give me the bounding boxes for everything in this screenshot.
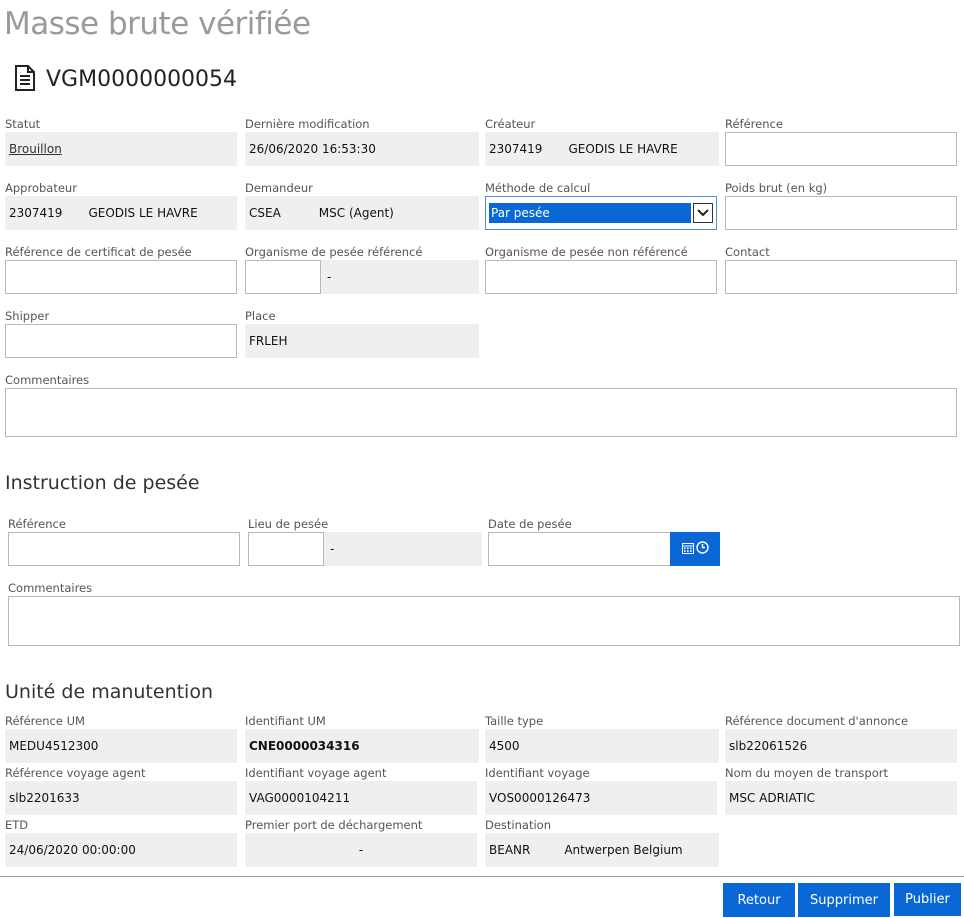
lieu-pesee-label: Lieu de pesée: [248, 517, 329, 531]
destination-code: BEANR: [489, 843, 531, 857]
destination-label: Destination: [485, 818, 551, 832]
page-title: Masse brute vérifiée: [4, 6, 311, 42]
date-pesee-input[interactable]: [488, 532, 671, 566]
commentaires-label: Commentaires: [5, 373, 90, 387]
derniere-modification-label: Dernière modification: [245, 117, 370, 131]
supprimer-button[interactable]: Supprimer: [798, 883, 890, 917]
organisme-non-reference-label: Organisme de pesée non référencé: [485, 245, 688, 259]
approbateur-code: 2307419: [9, 206, 63, 220]
instruction-section-title: Instruction de pesée: [5, 472, 200, 494]
taille-type-field: 4500: [485, 729, 719, 763]
document-id: VGM0000000054: [46, 66, 238, 92]
unite-section-title: Unité de manutention: [5, 681, 214, 703]
demandeur-name: MSC (Agent): [318, 206, 394, 220]
organisme-reference-label: Organisme de pesée référencé: [245, 245, 423, 259]
shipper-label: Shipper: [5, 309, 50, 323]
etd-field: 24/06/2020 00:00:00: [5, 833, 237, 867]
contact-input[interactable]: [725, 260, 957, 294]
destination-field: BEANR Antwerpen Belgium: [485, 833, 719, 867]
nom-moyen-transport-field: MSC ADRIATIC: [725, 781, 957, 815]
commentaires-textarea[interactable]: [5, 388, 957, 437]
organisme-reference-code-input[interactable]: [245, 260, 321, 294]
statut-link[interactable]: Brouillon: [9, 142, 62, 156]
document-icon: [14, 64, 36, 94]
reference-input[interactable]: [725, 132, 957, 166]
date-pesee-label: Date de pesée: [488, 517, 572, 531]
instruction-reference-input[interactable]: [8, 532, 240, 566]
place-field: FRLEH: [245, 324, 479, 358]
approbateur-label: Approbateur: [5, 181, 77, 195]
derniere-modification-field: 26/06/2020 16:53:30: [245, 132, 479, 166]
contact-label: Contact: [725, 245, 770, 259]
lieu-pesee-name: -: [324, 532, 482, 566]
date-picker-button[interactable]: [670, 532, 720, 566]
shipper-input[interactable]: [5, 324, 237, 358]
approbateur-name: GEODIS LE HAVRE: [88, 206, 198, 220]
methode-calcul-value: Par pesée: [489, 203, 691, 223]
ref-doc-annonce-field: slb22061526: [725, 729, 957, 763]
statut-label: Statut: [5, 117, 41, 131]
organisme-reference-name: -: [321, 260, 479, 294]
destination-name: Antwerpen Belgium: [564, 843, 683, 857]
id-voyage-agent-label: Identifiant voyage agent: [245, 766, 387, 780]
nom-moyen-transport-label: Nom du moyen de transport: [725, 766, 888, 780]
id-voyage-label: Identifiant voyage: [485, 766, 590, 780]
demandeur-field: CSEA MSC (Agent): [245, 196, 479, 230]
organisme-non-reference-input[interactable]: [485, 260, 717, 294]
footer-divider: [0, 876, 964, 877]
ref-doc-annonce-label: Référence document d'annonce: [725, 714, 909, 728]
createur-field: 2307419 GEODIS LE HAVRE: [485, 132, 719, 166]
document-header: VGM0000000054: [14, 62, 237, 96]
taille-type-label: Taille type: [485, 714, 544, 728]
id-voyage-agent-field: VAG0000104211: [245, 781, 477, 815]
instruction-commentaires-label: Commentaires: [8, 581, 93, 595]
clock-icon: [695, 541, 709, 557]
ref-voyage-agent-label: Référence voyage agent: [5, 766, 146, 780]
ref-certificat-input[interactable]: [5, 260, 237, 294]
etd-label: ETD: [5, 818, 29, 832]
id-um-field: CNE0000034316: [245, 729, 479, 763]
ref-certificat-label: Référence de certificat de pesée: [5, 245, 192, 259]
chevron-down-icon[interactable]: [693, 203, 713, 223]
premier-port-label: Premier port de déchargement: [245, 818, 423, 832]
methode-calcul-select[interactable]: Par pesée: [485, 196, 717, 230]
ref-um-field: MEDU4512300: [5, 729, 237, 763]
instruction-commentaires-textarea[interactable]: [8, 596, 960, 646]
createur-code: 2307419: [489, 142, 543, 156]
ref-um-label: Référence UM: [5, 714, 85, 728]
premier-port-field: -: [245, 833, 477, 867]
methode-calcul-label: Méthode de calcul: [485, 181, 591, 195]
createur-label: Créateur: [485, 117, 536, 131]
statut-field: Brouillon: [5, 132, 237, 166]
poids-brut-input[interactable]: [725, 196, 957, 230]
demandeur-code: CSEA: [249, 206, 281, 220]
id-voyage-field: VOS0000126473: [485, 781, 717, 815]
calendar-icon: [681, 542, 694, 557]
demandeur-label: Demandeur: [245, 181, 313, 195]
publier-button[interactable]: Publier: [894, 883, 961, 916]
place-label: Place: [245, 309, 276, 323]
approbateur-field: 2307419 GEODIS LE HAVRE: [5, 196, 237, 230]
id-um-label: Identifiant UM: [245, 714, 326, 728]
ref-voyage-agent-field: slb2201633: [5, 781, 237, 815]
createur-name: GEODIS LE HAVRE: [568, 142, 678, 156]
retour-button[interactable]: Retour: [723, 883, 795, 917]
reference-label: Référence: [725, 117, 783, 131]
instruction-reference-label: Référence: [8, 517, 66, 531]
lieu-pesee-code-input[interactable]: [248, 532, 324, 566]
poids-brut-label: Poids brut (en kg): [725, 181, 828, 195]
